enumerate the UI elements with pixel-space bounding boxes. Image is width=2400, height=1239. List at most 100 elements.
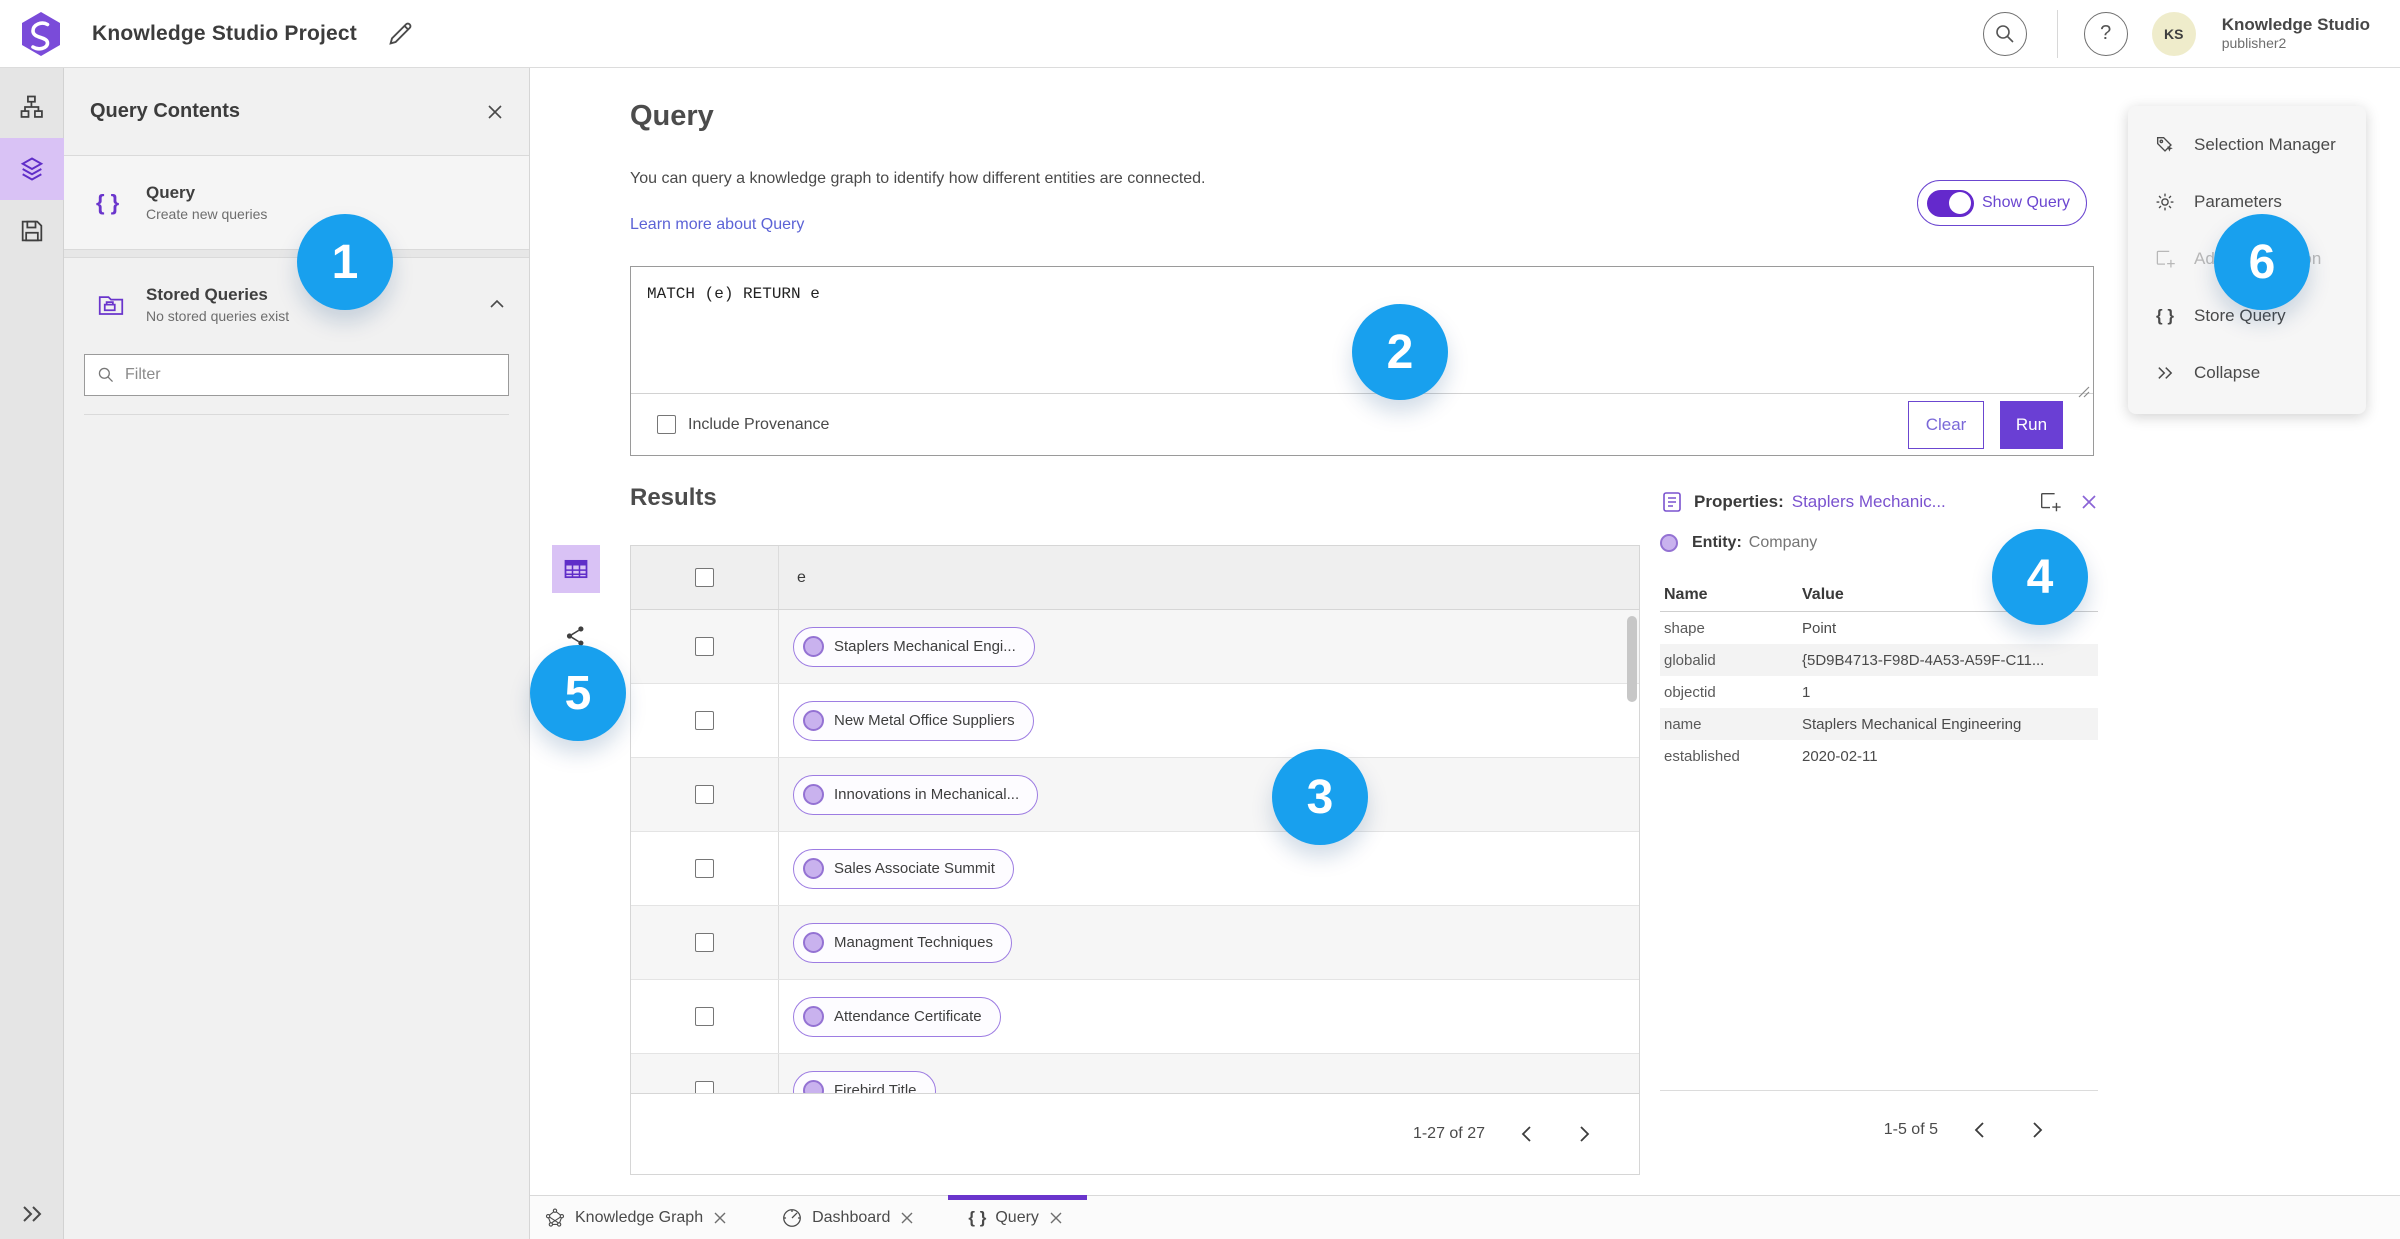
previous-page-button[interactable] [1962,1113,1996,1147]
braces-icon: { } [968,1207,987,1227]
edit-title-button[interactable] [385,19,415,49]
selected-entity-link[interactable]: Staplers Mechanic... [1792,492,1946,512]
user-role: publisher2 [2221,35,2287,52]
table-scrollbar[interactable] [1627,616,1637,702]
properties-doc-icon [1663,492,1681,512]
search-button[interactable] [1982,11,2027,56]
row-checkbox[interactable] [695,859,714,878]
entity-pill[interactable]: Innovations in Mechanical... [793,774,1039,815]
add-to-selection-button[interactable] [2038,490,2062,514]
table-row[interactable]: Staplers Mechanical Engi... [631,610,1639,684]
row-checkbox[interactable] [695,785,714,804]
entity-dot-icon [803,636,824,657]
tab-dashboard[interactable]: Dashboard [777,1196,918,1239]
entity-dot-icon [803,1080,824,1093]
table-view-button[interactable] [552,545,600,593]
close-contents-button[interactable] [485,102,505,122]
entity-dot-icon [803,932,824,953]
left-icon-rail [0,68,64,1239]
tab-query[interactable]: { } Query [948,1195,1087,1239]
property-row[interactable]: globalid {5D9B4713-F98D-4A53-A59F-C11... [1660,644,2098,676]
entity-dot-icon [803,710,824,731]
selection-manager-button[interactable]: Selection Manager [2128,116,2366,173]
help-button[interactable]: ? [2083,11,2128,56]
table-row[interactable]: Innovations in Mechanical... [631,758,1639,832]
column-header-e: e [797,568,806,586]
rail-contents-button[interactable] [0,138,64,200]
row-checkbox[interactable] [695,637,714,656]
chevron-right-icon [2032,1122,2042,1138]
entity-pill[interactable]: Staplers Mechanical Engi... [793,626,1035,667]
close-properties-button[interactable] [2080,493,2098,511]
avatar[interactable]: KS [2151,11,2196,56]
run-button[interactable]: Run [2000,400,2063,449]
collapse-section-button[interactable] [489,299,505,309]
table-row[interactable]: Firebird Title [631,1054,1639,1093]
rail-data-model-button[interactable] [0,76,64,138]
annotation-badge-1: 1 [297,214,393,310]
annotation-badge-2: 2 [1352,304,1448,400]
select-all-checkbox[interactable] [695,568,714,587]
close-tab-button[interactable] [1049,1211,1063,1225]
selection-manager-icon [2152,134,2178,156]
entity-pill[interactable]: New Metal Office Suppliers [793,700,1034,741]
contents-divider [84,414,509,415]
help-icon: ? [2100,22,2112,44]
table-row[interactable]: Attendance Certificate [631,980,1639,1054]
table-row[interactable]: Managment Techniques [631,906,1639,980]
table-row[interactable]: Sales Associate Summit [631,832,1639,906]
property-row[interactable]: objectid 1 [1660,676,2098,708]
page-title: Knowledge Studio Project [92,21,357,45]
contents-item-query[interactable]: { } Query Create new queries [64,156,529,250]
property-row[interactable]: established 2020-02-11 [1660,740,2098,772]
contents-item-subtitle: No stored queries exist [146,307,290,324]
entity-pill[interactable]: Managment Techniques [793,922,1012,963]
query-contents-header: Query Contents [64,68,529,156]
filter-input[interactable] [125,366,496,384]
query-heading: Query [630,100,714,132]
previous-page-button[interactable] [1509,1117,1543,1151]
property-row[interactable]: name Staplers Mechanical Engineering [1660,708,2098,740]
table-row[interactable]: New Metal Office Suppliers [631,684,1639,758]
add-to-selection-icon [2041,493,2061,512]
entity-pill[interactable]: Sales Associate Summit [793,848,1014,889]
contents-item-stored-queries[interactable]: Stored Queries No stored queries exist [64,270,529,338]
close-icon [1050,1212,1062,1223]
next-page-button[interactable] [2020,1113,2054,1147]
entity-pill[interactable]: Attendance Certificate [793,996,1001,1037]
value-column-header: Value [1802,585,1844,603]
results-table-body: Staplers Mechanical Engi... New Metal Of… [631,610,1639,1093]
include-provenance-checkbox[interactable] [657,415,676,434]
learn-more-link[interactable]: Learn more about Query [630,216,804,234]
topbar-actions: ? KS Knowledge Studio publisher2 [1982,9,2400,58]
query-editor-footer: Include Provenance Clear Run [631,393,2093,455]
app-logo-icon[interactable] [20,11,62,57]
filter-field[interactable] [84,354,509,396]
filter-search-icon [98,367,114,383]
row-checkbox[interactable] [695,711,714,730]
next-page-button[interactable] [1567,1117,1601,1151]
tab-knowledge-graph[interactable]: Knowledge Graph [540,1196,731,1239]
clear-button[interactable]: Clear [1908,400,1984,449]
entity-pill[interactable]: Firebird Title [793,1070,936,1093]
query-contents-title: Query Contents [90,100,241,122]
rail-save-button[interactable] [0,200,64,262]
braces-icon: { } [2156,305,2174,325]
entity-dot-icon [803,1006,824,1027]
user-block[interactable]: Knowledge Studio publisher2 [2222,14,2384,53]
row-checkbox[interactable] [695,933,714,952]
close-tab-button[interactable] [713,1211,727,1225]
show-query-toggle[interactable]: Show Query [1917,180,2088,226]
collapse-menu-button[interactable]: Collapse [2128,344,2366,401]
row-checkbox[interactable] [695,1081,714,1093]
expand-panel-button[interactable] [0,1203,64,1225]
row-checkbox[interactable] [695,1007,714,1026]
close-tab-button[interactable] [900,1211,914,1225]
results-pagination: 1-27 of 27 [631,1093,1639,1174]
entity-label: Entity: [1692,534,1742,551]
stored-queries-folder-icon [96,289,136,319]
resize-handle[interactable] [2078,385,2090,403]
annotation-badge-4: 4 [1992,529,2088,625]
chevron-left-icon [1521,1126,1531,1142]
properties-title: Properties: [1694,492,1784,511]
